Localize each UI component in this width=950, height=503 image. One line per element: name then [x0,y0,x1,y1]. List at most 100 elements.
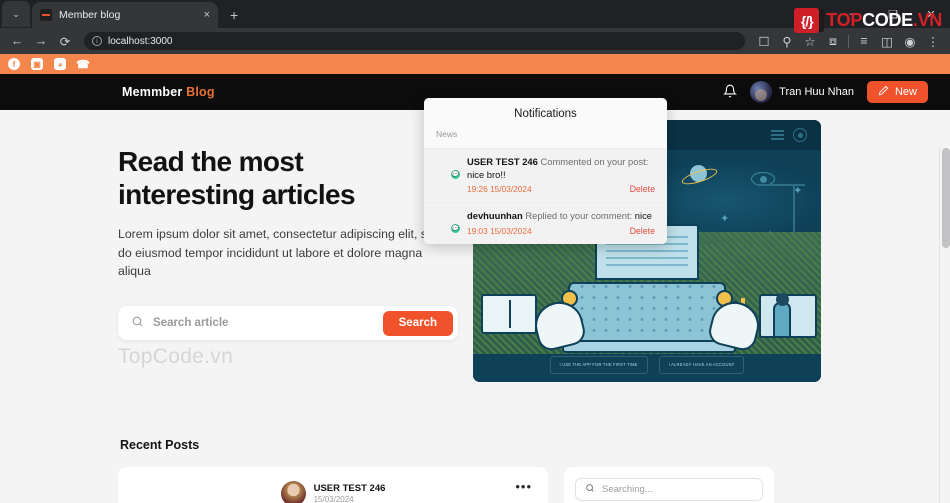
hero-search-bar[interactable]: Search [118,306,458,341]
recent-posts-section: Recent Posts ••• USER TEST 246 15/03/202… [0,420,950,503]
address-bar[interactable]: i localhost:3000 [84,32,745,50]
page-scrollbar[interactable] [939,148,950,503]
sidebar-search-input[interactable] [602,484,753,495]
avatar [280,481,306,503]
reading-list-icon[interactable]: ≡ [853,30,875,52]
search-icon [585,483,595,496]
toolbar-actions: ☐ ⚲ ☆ ⧈ ≡ ◫ ◉ ⋮ [753,30,944,52]
notification-text: USER TEST 246 Commented on your post: ni… [467,156,655,181]
post-timestamp: 15/03/2024 [313,495,354,503]
post-more-icon[interactable]: ••• [515,479,532,494]
first-time-button[interactable]: I USE THE APP FOR THE FIRST TIME [549,356,648,374]
hero-paragraph: Lorem ipsum dolor sit amet, consectetur … [118,227,441,279]
browser-tab[interactable]: Member blog × [32,2,218,28]
topcode-bracket-icon: {/} [794,8,825,33]
delete-notification-button[interactable]: Delete [630,226,655,236]
close-icon[interactable]: × [204,9,210,21]
profile-icon[interactable]: ◉ [899,30,921,52]
user-menu[interactable]: Tran Huu Nhan [750,81,854,103]
delete-notification-button[interactable]: Delete [630,184,655,194]
page-title: Read the most interesting articles [118,145,470,211]
phone-bookmark-icon[interactable]: ☎ [76,58,90,71]
notification-bell-icon[interactable] [723,84,738,101]
notification-meta: 19:26 15/03/2024 Delete [467,184,655,194]
url-text: localhost:3000 [108,35,173,47]
avatar: 💬 [436,156,461,180]
notification-text: devhuunhan Replied to your comment: nice [467,210,655,223]
notification-message: nice [634,210,652,222]
posts-column: ••• USER TEST 246 15/03/2024 [118,467,548,503]
notification-time: 19:03 15/03/2024 [467,226,532,237]
tab-favicon [40,9,52,21]
header-actions: Tran Huu Nhan New [723,81,928,103]
search-button[interactable]: Search [382,310,453,336]
translate-icon[interactable]: ☐ [753,30,775,52]
post-author-meta: USER TEST 246 15/03/2024 [314,483,386,503]
sidebar-card [564,467,774,503]
facebook-bookmark-icon[interactable]: f [8,58,20,70]
notification-action: Commented on your post: [540,156,649,167]
hamburger-icon [771,130,784,140]
notification-meta: 19:03 15/03/2024 Delete [467,226,655,236]
topcode-logo-watermark: {/} TOPCODE.VN [794,8,942,33]
new-tab-button[interactable]: + [230,7,238,23]
side-panel-icon[interactable]: ◫ [876,30,898,52]
notifications-panel: Notifications News 💬 USER TEST 246 Comme… [424,98,667,245]
notification-action: Replied to your comment: [525,210,633,222]
topcode-top: TOP [826,10,863,30]
site-brand[interactable]: Memmber Blog [122,85,215,99]
open-book-icon [481,294,537,334]
notifications-section-label: News [424,129,667,148]
menu-icon[interactable]: ⋮ [922,30,944,52]
content-columns: ••• USER TEST 246 15/03/2024 [118,467,832,503]
hero-heading-line2: interesting articles [118,179,356,211]
search-circle-icon [793,128,807,142]
notification-item[interactable]: 💬 USER TEST 246 Commented on your post: … [424,148,667,203]
post-card[interactable]: ••• USER TEST 246 15/03/2024 [118,467,548,503]
avatar [750,81,773,103]
person-icon [773,293,791,338]
topcode-vn: .VN [912,10,942,30]
avatar: 💬 [436,210,461,235]
notification-body: devhuunhan Replied to your comment: nice… [467,210,655,236]
have-account-button[interactable]: I ALREADY HAVE AN ACCOUNT [658,356,745,374]
new-post-button[interactable]: New [866,81,928,103]
notification-message: nice bro!! [467,168,506,180]
recent-posts-title: Recent Posts [120,438,200,452]
comment-icon: 💬 [450,223,461,235]
scrollbar-thumb[interactable] [941,148,950,248]
hero-watermark-text: TopCode.vn [118,345,234,368]
user-name: Tran Huu Nhan [779,86,854,98]
tab-title: Member blog [59,9,121,21]
sidebar-search-bar[interactable] [575,478,763,501]
browser-window: ⌄ Member blog × + — ❑ ✕ ← → ⟳ i localhos… [0,0,950,503]
tab-search-button[interactable]: ⌄ [2,1,30,27]
topcode-logo-text: TOPCODE.VN [826,10,942,31]
reload-icon[interactable]: ⟳ [54,30,76,52]
search-icon [131,315,144,331]
instagram-bookmark-icon[interactable]: ▣ [31,58,43,70]
zoom-out-icon[interactable]: ⚲ [776,30,798,52]
post-header: USER TEST 246 15/03/2024 [134,481,532,503]
messenger-bookmark-icon[interactable]: ◕ [54,58,66,70]
hero-heading-line1: Read the most [118,146,304,177]
extensions-icon[interactable]: ⧈ [822,30,844,52]
site-info-icon[interactable]: i [92,36,102,46]
bookmarks-bar: f ▣ ◕ ☎ [0,54,950,74]
back-icon[interactable]: ← [6,30,28,52]
search-input[interactable] [153,317,383,330]
post-author-name: USER TEST 246 [313,483,386,494]
page-viewport: Memmber Blog Tran Huu Nhan New Read the … [0,74,950,503]
comment-icon: 💬 [450,169,461,180]
illustration-buttons: I USE THE APP FOR THE FIRST TIME I ALREA… [473,356,821,374]
notification-item[interactable]: 💬 devhuunhan Replied to your comment: ni… [424,202,667,245]
bookmark-star-icon[interactable]: ☆ [799,30,821,52]
brand-first: Memmber [122,85,183,99]
new-post-label: New [894,86,917,98]
notification-time: 19:26 15/03/2024 [467,184,532,195]
notification-user: USER TEST 246 [467,156,538,167]
notification-body: USER TEST 246 Commented on your post: ni… [467,156,655,194]
forward-icon[interactable]: → [30,30,52,52]
brand-second: Blog [186,85,215,99]
topcode-code: CODE [862,10,913,30]
